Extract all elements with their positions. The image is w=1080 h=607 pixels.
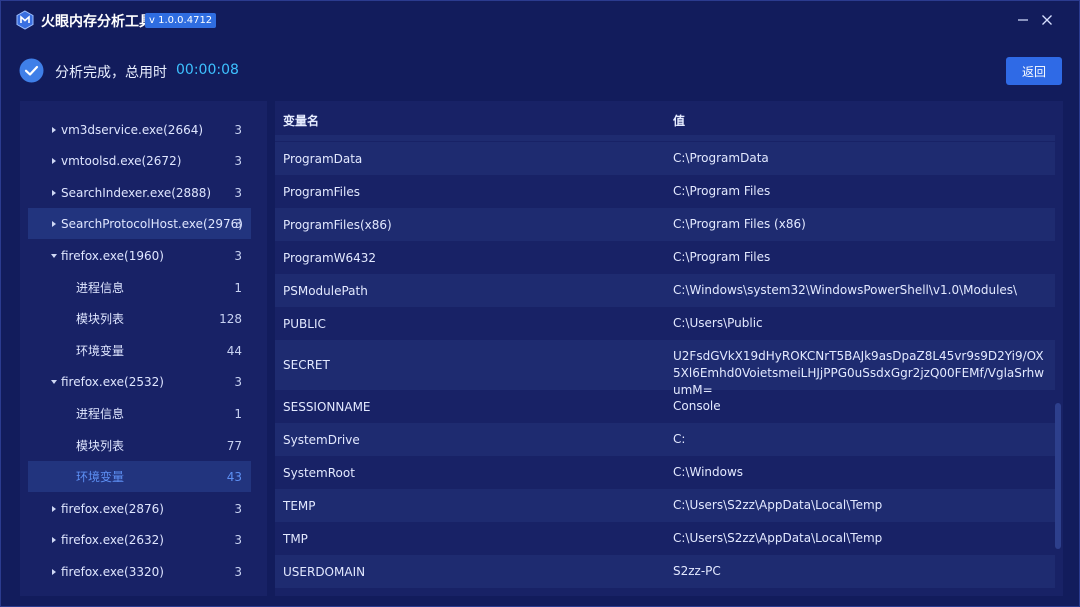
tree-child-item[interactable]: 进程信息 1: [28, 398, 251, 429]
table-row[interactable]: ProgramW6432 C:\Program Files: [275, 241, 1055, 274]
tree-item[interactable]: SearchIndexer.exe(2888) 3: [28, 177, 251, 208]
table-row[interactable]: TEMP C:\Users\S2zz\AppData\Local\Temp: [275, 489, 1055, 522]
table-row[interactable]: PUBLIC C:\Users\Public: [275, 307, 1055, 340]
table-row[interactable]: ProgramFiles(x86) C:\Program Files (x86): [275, 208, 1055, 241]
table-row[interactable]: TMP C:\Users\S2zz\AppData\Local\Temp: [275, 522, 1055, 555]
tree-item[interactable]: firefox.exe(1960) 3: [28, 240, 251, 271]
app-window: 火眼内存分析工具 v 1.0.0.4712 分析完成，总用时 00:00:08 …: [0, 0, 1080, 607]
table-row[interactable]: SystemDrive C:: [275, 423, 1055, 456]
tree-item[interactable]: firefox.exe(3320) 3: [28, 556, 251, 587]
table-row[interactable]: PSModulePath C:\Windows\system32\Windows…: [275, 274, 1055, 307]
elapsed-time: 00:00:08: [176, 62, 239, 78]
table-header: 变量名 值: [275, 101, 1063, 137]
table-row[interactable]: ProgramFiles C:\Program Files: [275, 175, 1055, 208]
title-bar: 火眼内存分析工具 v 1.0.0.4712: [1, 1, 1079, 39]
caret-right-icon: [52, 157, 56, 164]
caret-right-icon: [52, 568, 56, 575]
env-variable-table: 变量名 值 ProgramData C:\ProgramData Program…: [275, 101, 1063, 596]
process-tree: vm3dservice.exe(2664) 3 vmtoolsd.exe(267…: [20, 101, 267, 596]
caret-right-icon: [52, 220, 56, 227]
tree-item[interactable]: SearchProtocolHost.exe(2976) 3: [28, 208, 251, 239]
header-divider: [275, 135, 1055, 141]
tree-child-item-selected[interactable]: 环境变量 43: [28, 461, 251, 492]
tree-child-item[interactable]: 进程信息 1: [28, 272, 251, 303]
tree-item[interactable]: firefox.exe(2632) 3: [28, 524, 251, 555]
tree-item[interactable]: firefox.exe(2876) 3: [28, 493, 251, 524]
back-button[interactable]: 返回: [1006, 57, 1062, 85]
app-logo-icon: [16, 10, 34, 30]
caret-right-icon: [52, 189, 56, 196]
tree-child-item[interactable]: 环境变量 44: [28, 335, 251, 366]
table-scrollbar[interactable]: [1055, 403, 1061, 549]
close-icon: [1042, 15, 1052, 25]
tree-child-item[interactable]: 模块列表 128: [28, 303, 251, 334]
caret-right-icon: [52, 505, 56, 512]
tree-item[interactable]: vmtoolsd.exe(2672) 3: [28, 145, 251, 176]
status-text: 分析完成，总用时: [55, 65, 167, 81]
caret-down-icon: [51, 253, 57, 258]
caret-right-icon: [52, 126, 56, 133]
minimize-icon: [1018, 19, 1028, 21]
table-row[interactable]: ProgramData C:\ProgramData: [275, 142, 1055, 175]
caret-right-icon: [52, 536, 56, 543]
table-row[interactable]: USERDOMAIN S2zz-PC: [275, 555, 1055, 588]
tree-item[interactable]: firefox.exe(2532) 3: [28, 366, 251, 397]
close-button[interactable]: [1037, 10, 1057, 30]
minimize-button[interactable]: [1013, 10, 1033, 30]
caret-down-icon: [51, 379, 57, 384]
table-row[interactable]: SESSIONNAME Console: [275, 390, 1055, 423]
version-badge: v 1.0.0.4712: [145, 13, 217, 28]
column-header-value[interactable]: 值: [673, 112, 685, 129]
app-title: 火眼内存分析工具: [41, 14, 153, 30]
tree-child-item[interactable]: 模块列表 77: [28, 430, 251, 461]
tree-item[interactable]: vm3dservice.exe(2664) 3: [28, 114, 251, 145]
table-row[interactable]: SystemRoot C:\Windows: [275, 456, 1055, 489]
column-header-name[interactable]: 变量名: [283, 112, 319, 129]
check-circle-icon: [19, 58, 44, 83]
table-row[interactable]: SECRET U2FsdGVkX19dHyROKCNrT5BAJk9asDpaZ…: [275, 340, 1055, 397]
